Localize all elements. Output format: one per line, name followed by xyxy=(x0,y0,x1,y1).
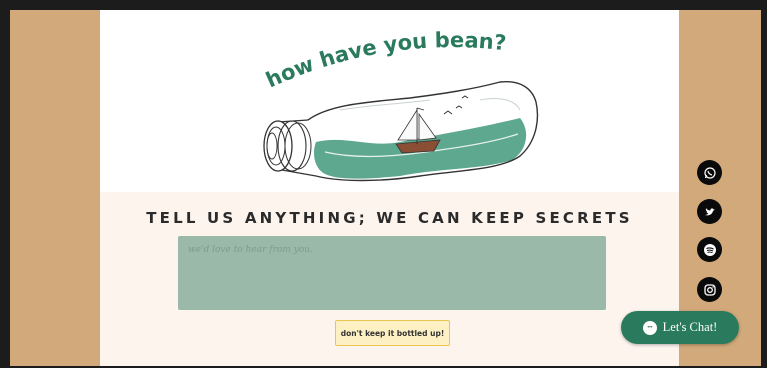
contact-heading: TELL US ANYTHING; WE CAN KEEP SECRETS xyxy=(146,209,633,227)
lets-chat-button[interactable]: Let's Chat! xyxy=(621,311,739,344)
message-input[interactable] xyxy=(178,236,606,310)
chat-bubble-icon xyxy=(642,320,657,335)
instagram-icon[interactable] xyxy=(697,277,722,302)
twitter-icon[interactable] xyxy=(697,199,722,224)
chat-label: Let's Chat! xyxy=(662,320,718,334)
sailboat-icon xyxy=(395,107,441,154)
hero-tagline: how have you bean? xyxy=(262,28,507,92)
submit-button[interactable]: don't keep it bottled up! xyxy=(335,320,450,346)
spotify-icon[interactable] xyxy=(697,237,722,262)
whatsapp-icon[interactable] xyxy=(697,160,722,185)
hero-illustration: how have you bean? xyxy=(262,28,539,182)
contact-section: TELL US ANYTHING; WE CAN KEEP SECRETS do… xyxy=(100,192,679,366)
bottle-icon xyxy=(263,81,539,182)
main-column: how have you bean? TELL US ANYTHING; WE … xyxy=(100,10,679,366)
left-margin xyxy=(10,10,100,366)
birds-icon xyxy=(443,95,469,115)
hero-section: how have you bean? xyxy=(100,10,679,192)
